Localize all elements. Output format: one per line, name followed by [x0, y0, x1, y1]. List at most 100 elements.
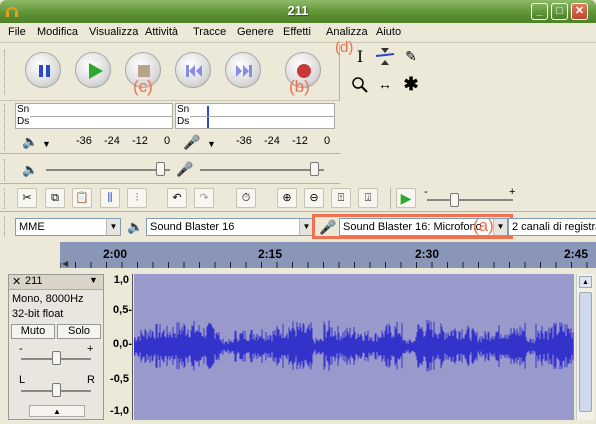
minimize-button[interactable]: _: [531, 3, 548, 20]
pan-slider-thumb[interactable]: [52, 383, 61, 397]
speaker-icon: 🔈: [127, 219, 144, 234]
title-bar: 211 _ □ ✕: [0, 0, 596, 23]
redo-icon[interactable]: ↷: [194, 188, 214, 208]
toolbar-grip[interactable]: [4, 50, 7, 94]
toolbar-separator: [390, 188, 391, 209]
multi-tool-icon[interactable]: ✱: [400, 75, 422, 94]
meter-scale-label: 0: [164, 135, 171, 147]
output-device-select[interactable]: Sound Blaster 16 ▼: [146, 218, 314, 236]
menu-effetti[interactable]: Effetti: [283, 26, 311, 38]
track-name-menu[interactable]: 211: [25, 275, 43, 287]
playback-meter-left-label: Sn: [17, 104, 30, 115]
chevron-down-icon[interactable]: ▼: [42, 139, 51, 149]
record-meter-left-label: Sn: [177, 104, 190, 115]
gain-slider-thumb[interactable]: [52, 351, 61, 365]
undo-icon[interactable]: ↶: [167, 188, 187, 208]
menu-file[interactable]: File: [8, 26, 26, 38]
vruler-label: -0,5: [110, 373, 129, 385]
zoom-in-icon[interactable]: ⊕: [277, 188, 297, 208]
vruler-label: 1,0: [113, 274, 129, 286]
draw-tool-icon[interactable]: ✎: [400, 47, 422, 66]
toolbar-grip[interactable]: [4, 159, 7, 181]
meter-scale-label: -36: [236, 135, 252, 147]
timeline-area: ◀ 2:00 2:15 2:30 2:45: [0, 242, 596, 268]
copy-icon[interactable]: ⧉: [45, 188, 65, 208]
channels-select[interactable]: 2 canali di registrazione: [508, 218, 596, 236]
track-close-icon[interactable]: ✕: [12, 275, 21, 288]
meter-divider: [190, 116, 334, 117]
output-device-value: Sound Blaster 16: [150, 221, 235, 233]
trim-icon[interactable]: ⫼: [100, 188, 120, 208]
output-volume-slider-thumb[interactable]: [156, 162, 166, 176]
device-toolbar: MME ▼ 🔈 Sound Blaster 16 ▼ 🎤 Sound Blast…: [0, 213, 596, 241]
chevron-down-icon[interactable]: ▼: [493, 219, 507, 235]
input-volume-slider[interactable]: [200, 169, 324, 171]
scrollbar-thumb[interactable]: [579, 292, 592, 412]
pause-button[interactable]: [25, 52, 61, 88]
menu-visualizza[interactable]: Visualizza: [89, 26, 138, 38]
play-speed-slider-thumb[interactable]: [450, 193, 459, 207]
play-speed-slider[interactable]: [427, 199, 513, 201]
menu-analizza[interactable]: Analizza: [326, 26, 368, 38]
menu-attivita[interactable]: Attività: [145, 26, 178, 38]
menu-aiuto[interactable]: Aiuto: [376, 26, 401, 38]
chevron-down-icon[interactable]: ▼: [299, 219, 313, 235]
maximize-button[interactable]: □: [551, 3, 568, 20]
host-select[interactable]: MME ▼: [15, 218, 121, 236]
audio-waveform: [133, 320, 574, 372]
gain-minus-label: -: [19, 343, 23, 355]
chevron-down-icon[interactable]: ▼: [89, 275, 98, 285]
silence-icon[interactable]: ⫶: [127, 188, 147, 208]
zoom-tool-icon[interactable]: [349, 75, 371, 94]
sync-lock-icon[interactable]: ⏱: [236, 188, 256, 208]
menu-modifica[interactable]: Modifica: [37, 26, 78, 38]
skip-to-start-button[interactable]: [175, 52, 211, 88]
meter-scale-label: -24: [104, 135, 120, 147]
meter-scale-label: -24: [264, 135, 280, 147]
mute-button[interactable]: Muto: [11, 324, 55, 339]
paste-icon[interactable]: 📋: [72, 188, 92, 208]
play-at-speed-icon[interactable]: ▶: [396, 188, 416, 208]
menu-tracce[interactable]: Tracce: [193, 26, 226, 38]
annotation-c: (c): [133, 77, 153, 96]
envelope-tool-icon[interactable]: [374, 47, 396, 66]
speed-plus-label: +: [509, 186, 516, 198]
fit-project-icon[interactable]: ⍗: [358, 188, 378, 208]
solo-button[interactable]: Solo: [57, 324, 101, 339]
speaker-icon[interactable]: 🔈: [22, 134, 38, 150]
skip-to-end-button[interactable]: [225, 52, 261, 88]
meter-toolbar: Sn Ds Sn Ds 🔈 ▼ -36 -24 -12 0 🎤 ▼ -36 -2…: [0, 100, 340, 154]
microphone-icon[interactable]: 🎤: [183, 134, 200, 151]
vruler-label: -1,0: [110, 405, 129, 417]
transport-toolbar: (c) (b): [0, 44, 340, 100]
zoom-out-icon[interactable]: ⊖: [304, 188, 324, 208]
host-select-value: MME: [19, 221, 45, 233]
output-volume-slider[interactable]: [46, 169, 170, 171]
playback-meter[interactable]: Sn Ds: [15, 103, 173, 129]
toolbar-grip[interactable]: [4, 188, 7, 209]
track-control-panel: ✕ 211 ▼ Mono, 8000Hz 32-bit float Muto S…: [8, 274, 104, 420]
cut-icon[interactable]: ✂: [17, 188, 37, 208]
toolbar-grip[interactable]: [4, 104, 7, 150]
chevron-down-icon[interactable]: ▼: [207, 139, 216, 149]
collapse-track-button[interactable]: ▲: [29, 405, 85, 417]
window-title: 211: [287, 3, 309, 18]
selection-tool-icon[interactable]: I: [349, 47, 371, 66]
close-button[interactable]: ✕: [571, 3, 588, 20]
microphone-icon: 🎤: [176, 161, 194, 177]
track-area: ✕ 211 ▼ Mono, 8000Hz 32-bit float Muto S…: [0, 268, 596, 424]
vertical-scrollbar[interactable]: ▲: [576, 274, 594, 420]
input-volume-slider-thumb[interactable]: [310, 162, 320, 176]
toolbar-grip[interactable]: [4, 216, 7, 237]
record-meter[interactable]: Sn Ds: [175, 103, 335, 129]
time-shift-tool-icon[interactable]: ↔: [374, 75, 396, 94]
menu-genere[interactable]: Genere: [237, 26, 274, 38]
fit-selection-icon[interactable]: ⍐: [331, 188, 351, 208]
scroll-up-icon[interactable]: ▲: [579, 276, 592, 288]
playback-meter-right-label: Ds: [17, 116, 30, 127]
play-button[interactable]: [75, 52, 111, 88]
annotation-a: (a): [473, 216, 494, 235]
chevron-down-icon[interactable]: ▼: [106, 219, 120, 235]
timeline-ruler[interactable]: ◀ 2:00 2:15 2:30 2:45: [60, 242, 596, 268]
waveform-display[interactable]: [133, 274, 574, 420]
